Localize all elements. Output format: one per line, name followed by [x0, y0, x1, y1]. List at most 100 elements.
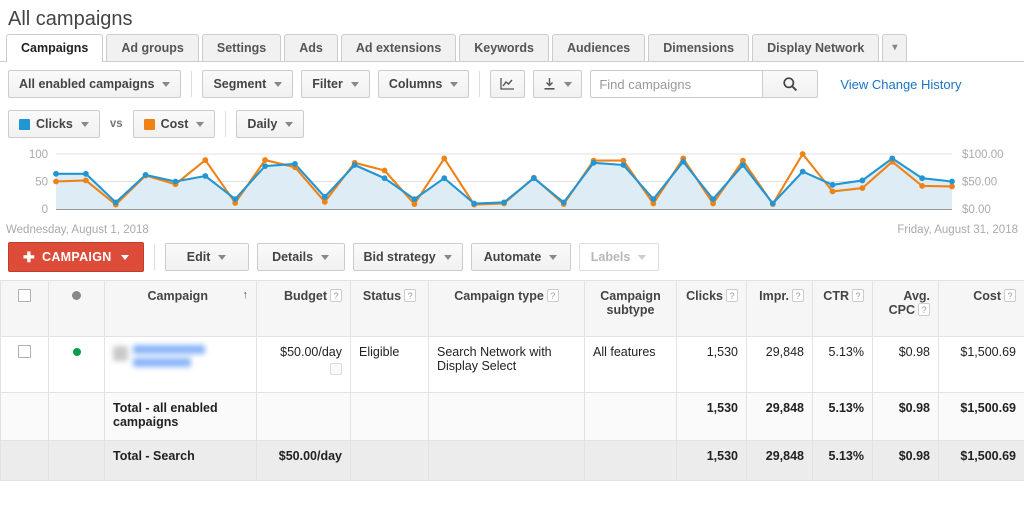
metric-1-label: Clicks — [36, 111, 73, 137]
help-icon[interactable]: ? — [726, 289, 738, 302]
chevron-down-icon — [351, 82, 359, 87]
help-icon[interactable]: ? — [404, 289, 416, 302]
sort-ascending-icon[interactable]: ↑ — [243, 289, 249, 301]
plus-icon: ✚ — [23, 250, 35, 264]
cell-avgcpc: $0.98 — [873, 337, 939, 393]
chevron-down-icon — [549, 255, 557, 260]
table-header-row: Campaign↑Budget?Status?Campaign type?Cam… — [1, 281, 1024, 337]
automate-dropdown[interactable]: Automate — [471, 243, 571, 271]
toolbar-divider — [154, 244, 155, 270]
column-header-ctr[interactable]: CTR? — [813, 281, 873, 337]
bid-strategy-dropdown[interactable]: Bid strategy — [353, 243, 463, 271]
help-icon[interactable]: ? — [1004, 289, 1016, 302]
favicon-icon — [113, 346, 128, 361]
budget-edit-icon[interactable] — [330, 363, 342, 375]
columns-dropdown[interactable]: Columns — [378, 70, 469, 98]
column-header-impr[interactable]: Impr.? — [747, 281, 813, 337]
cell-cost: $1,500.69 — [939, 441, 1024, 481]
column-header-clicks[interactable]: Clicks? — [677, 281, 747, 337]
cell-impr: 29,848 — [747, 337, 813, 393]
metric-2-dropdown[interactable]: Cost — [133, 110, 216, 138]
tab-display-network[interactable]: Display Network — [752, 34, 879, 61]
filter-toolbar: All enabled campaigns Segment Filter Col… — [0, 62, 1024, 106]
column-header-label: Campaign — [148, 289, 208, 303]
table-row: $50.00/dayEligibleSearch Network with Di… — [1, 337, 1024, 393]
cell-campaign: Total - Search — [105, 441, 257, 481]
column-header-status[interactable] — [49, 281, 105, 337]
filter-dropdown[interactable]: Filter — [301, 70, 370, 98]
cell-campaign-name[interactable] — [105, 337, 257, 393]
granularity-dropdown[interactable]: Daily — [236, 110, 304, 138]
svg-text:0: 0 — [42, 204, 48, 216]
vs-label: vs — [108, 118, 125, 130]
cell-statustxt: Eligible — [351, 337, 429, 393]
help-icon[interactable]: ? — [330, 289, 342, 302]
tab-keywords[interactable]: Keywords — [459, 34, 549, 61]
labels-label: Labels — [591, 244, 631, 270]
labels-dropdown: Labels — [579, 243, 659, 271]
chevron-down-icon — [121, 255, 129, 260]
toggle-chart-button[interactable] — [490, 70, 525, 98]
tab-audiences[interactable]: Audiences — [552, 34, 645, 61]
svg-text:100: 100 — [29, 149, 48, 161]
cell-type — [429, 393, 585, 441]
cell-avgcpc: $0.98 — [873, 393, 939, 441]
help-icon[interactable]: ? — [918, 303, 930, 316]
chevron-down-icon — [321, 255, 329, 260]
column-header-type[interactable]: Campaign type? — [429, 281, 585, 337]
chevron-down-icon — [564, 82, 572, 87]
automate-label: Automate — [484, 244, 542, 270]
help-icon[interactable]: ? — [792, 289, 804, 302]
cell-clicks: 1,530 — [677, 337, 747, 393]
search-input[interactable] — [590, 70, 762, 98]
edit-label: Edit — [187, 244, 211, 270]
cell-clicks: 1,530 — [677, 441, 747, 481]
segment-dropdown[interactable]: Segment — [202, 70, 293, 98]
column-header-select[interactable] — [1, 281, 49, 337]
cell-budget: $50.00/day — [257, 441, 351, 481]
column-header-subtype[interactable]: Campaign subtype — [585, 281, 677, 337]
cell-ctr: 5.13% — [813, 393, 873, 441]
line-chart-icon — [500, 77, 515, 91]
performance-chart[interactable]: 100$100.0050$50.000$0.00 Wednesday, Augu… — [0, 144, 1024, 234]
metric-1-dropdown[interactable]: Clicks — [8, 110, 100, 138]
tab-dimensions[interactable]: Dimensions — [648, 34, 749, 61]
search-button[interactable] — [762, 70, 818, 98]
column-header-avgcpc[interactable]: Avg. CPC? — [873, 281, 939, 337]
column-header-cost[interactable]: Cost? — [939, 281, 1024, 337]
help-icon[interactable]: ? — [547, 289, 559, 302]
cell-cost: $1,500.69 — [939, 393, 1024, 441]
filter-label: Filter — [312, 71, 343, 97]
details-dropdown[interactable]: Details — [257, 243, 345, 271]
tab-ad-extensions[interactable]: Ad extensions — [341, 34, 456, 61]
segment-label: Segment — [213, 71, 266, 97]
tab-settings[interactable]: Settings — [202, 34, 281, 61]
select-all-checkbox[interactable] — [18, 289, 31, 302]
chevron-down-icon — [285, 122, 293, 127]
column-header-budget[interactable]: Budget? — [257, 281, 351, 337]
column-header-statustxt[interactable]: Status? — [351, 281, 429, 337]
svg-text:$50.00: $50.00 — [962, 177, 997, 189]
chevron-down-icon — [444, 255, 452, 260]
cell-ctr: 5.13% — [813, 441, 873, 481]
action-toolbar: ✚ CAMPAIGN Edit Details Bid strategy Aut… — [0, 234, 1024, 280]
tab-campaigns[interactable]: Campaigns — [6, 34, 103, 62]
tab-overflow-caret[interactable]: ▾ — [882, 34, 907, 61]
cost-color-swatch — [144, 119, 155, 130]
metric-toolbar: Clicks vs Cost Daily — [0, 106, 1024, 142]
column-header-campaign[interactable]: Campaign ↑ — [105, 281, 257, 337]
columns-label: Columns — [389, 71, 442, 97]
download-button[interactable] — [533, 70, 582, 98]
toolbar-divider — [225, 111, 226, 137]
cell-type — [429, 441, 585, 481]
row-checkbox[interactable] — [18, 345, 31, 358]
new-campaign-button[interactable]: ✚ CAMPAIGN — [8, 242, 144, 272]
help-icon[interactable]: ? — [852, 289, 864, 302]
tab-ads[interactable]: Ads — [284, 34, 338, 61]
redacted-campaign-name[interactable] — [113, 345, 248, 367]
edit-dropdown[interactable]: Edit — [165, 243, 249, 271]
tab-ad-groups[interactable]: Ad groups — [106, 34, 199, 61]
cell-statustxt — [351, 441, 429, 481]
campaign-scope-dropdown[interactable]: All enabled campaigns — [8, 70, 181, 98]
view-change-history-link[interactable]: View Change History — [840, 77, 961, 92]
